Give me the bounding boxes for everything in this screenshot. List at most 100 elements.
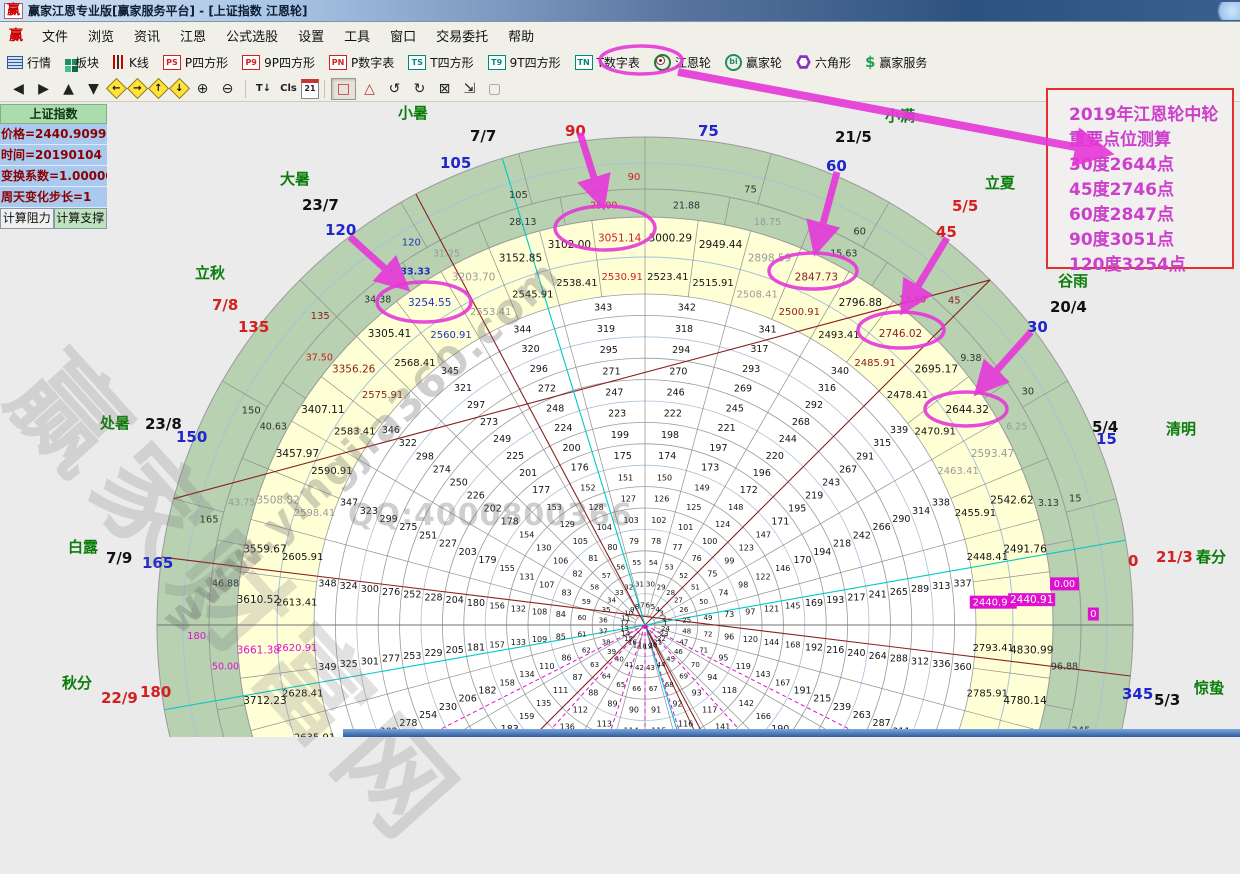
square-tool-button[interactable]: □ [331,78,356,100]
svg-text:128: 128 [588,503,603,512]
delete-box-button[interactable]: ⊠ [433,79,456,99]
page-left-button[interactable]: ◀ [7,79,30,99]
六角形-icon [796,55,811,70]
svg-text:82: 82 [573,570,583,579]
nav-down-button[interactable]: ▼ [82,79,105,99]
toolbar-六角形[interactable]: 六角形 [789,54,858,71]
svg-text:127: 127 [621,495,636,504]
title-bar: 赢 赢家江恩专业版[赢家服务平台] - [上证指数 江恩轮] [0,0,1240,22]
menu-设置[interactable]: 设置 [288,26,334,45]
svg-text:75: 75 [707,570,717,579]
triangle-tool-button[interactable]: △ [358,79,381,99]
menu-文件[interactable]: 文件 [32,26,78,45]
rotate-ccw-button[interactable]: ↺ [383,79,406,99]
svg-text:2644.32: 2644.32 [945,404,988,416]
svg-text:45: 45 [666,656,675,664]
menu-公式选股[interactable]: 公式选股 [216,26,288,45]
calc-resistance-button[interactable]: 计算阻力 [0,208,54,229]
svg-text:278: 278 [399,718,417,729]
menu-交易委托[interactable]: 交易委托 [426,26,498,45]
menu-浏览[interactable]: 浏览 [78,26,124,45]
nav-up-button[interactable]: ▲ [57,79,80,99]
svg-text:43: 43 [646,664,655,672]
svg-text:199: 199 [611,430,629,441]
shift-right-button[interactable]: → [127,78,148,99]
svg-text:202: 202 [484,503,502,514]
svg-text:3.13: 3.13 [1038,498,1059,509]
svg-text:146: 146 [775,564,790,573]
svg-text:58: 58 [590,584,599,592]
svg-text:116: 116 [678,719,693,728]
svg-text:68: 68 [665,681,674,689]
svg-text:143: 143 [755,670,770,679]
svg-text:74: 74 [718,589,728,598]
svg-text:287: 287 [873,718,891,729]
svg-text:216: 216 [826,645,844,656]
svg-text:2530.91: 2530.91 [601,272,642,283]
fit-view-button[interactable]: ⇲ [458,79,481,99]
svg-text:112: 112 [573,706,588,715]
svg-text:43.75: 43.75 [228,498,255,509]
toolbar-T四方形[interactable]: TST四方形 [401,54,480,71]
calc-support-button[interactable]: 计算支撑 [54,208,108,229]
toolbar-板块[interactable]: 板块 [58,54,106,71]
shift-left-button[interactable]: ← [106,78,127,99]
toolbar-9T四方形[interactable]: T99T四方形 [481,54,568,71]
svg-text:130: 130 [536,543,551,552]
page-right-button[interactable]: ▶ [32,79,55,99]
svg-text:273: 273 [480,417,498,428]
svg-text:145: 145 [785,602,800,611]
svg-text:345: 345 [441,366,459,377]
svg-text:147: 147 [756,530,771,539]
toolbar-9P四方形[interactable]: P99P四方形 [235,54,322,71]
toolbar-T数字表[interactable]: TNT数字表 [568,54,647,71]
svg-text:206: 206 [459,694,477,705]
menu-资讯[interactable]: 资讯 [124,26,170,45]
menu-江恩[interactable]: 江恩 [170,26,216,45]
svg-text:197: 197 [709,443,727,454]
svg-text:92: 92 [672,700,682,709]
svg-text:90: 90 [628,172,641,183]
toolbar-赢家服务[interactable]: $赢家服务 [858,53,934,71]
svg-text:180: 180 [467,598,485,609]
toolbar-P四方形[interactable]: PSP四方形 [156,54,235,71]
svg-text:341: 341 [759,324,777,335]
svg-text:2455.91: 2455.91 [955,508,996,519]
svg-text:348: 348 [318,578,336,589]
svg-text:117: 117 [702,706,717,715]
svg-text:152: 152 [580,483,595,492]
toolbar-行情[interactable]: 行情 [0,54,58,71]
svg-text:264: 264 [869,651,887,662]
zoom-in-button[interactable]: ⊕ [191,79,214,99]
svg-text:27: 27 [674,597,683,605]
menu-工具[interactable]: 工具 [334,26,380,45]
menu-帮助[interactable]: 帮助 [498,26,544,45]
svg-text:157: 157 [490,641,505,650]
svg-text:30: 30 [646,580,655,588]
calendar-icon[interactable]: 21 [301,79,319,99]
toolbar-赢家轮[interactable]: bi赢家轮 [718,54,789,71]
clear-shapes-button[interactable]: ▢ [483,79,506,99]
toolbar-江恩轮[interactable]: 江恩轮 [647,54,718,71]
toolbar-P数字表[interactable]: PNP数字表 [322,54,401,71]
svg-text:250: 250 [450,477,468,488]
shift-down-button[interactable]: ↓ [169,78,190,99]
svg-text:45: 45 [948,295,961,306]
9T四方形-icon: T9 [488,55,506,70]
shift-up-button[interactable]: ↑ [148,78,169,99]
svg-text:151: 151 [618,473,633,482]
rotate-cw-button[interactable]: ↻ [408,79,431,99]
cls-button-button[interactable]: Cls [277,79,300,99]
svg-text:26: 26 [679,606,688,614]
zoom-out-button[interactable]: ⊖ [216,79,239,99]
window-controls[interactable] [1214,2,1240,20]
menu-窗口[interactable]: 窗口 [380,26,426,45]
toolbar-K线[interactable]: K线 [106,54,156,71]
t-scale-button[interactable]: T↓ [252,79,275,99]
panel-row-3: 周天变化步长=1 [0,187,107,208]
svg-text:70: 70 [691,661,700,669]
svg-text:84: 84 [556,610,566,619]
svg-text:47: 47 [679,638,688,646]
svg-text:172: 172 [740,485,758,496]
svg-text:360: 360 [953,662,971,673]
